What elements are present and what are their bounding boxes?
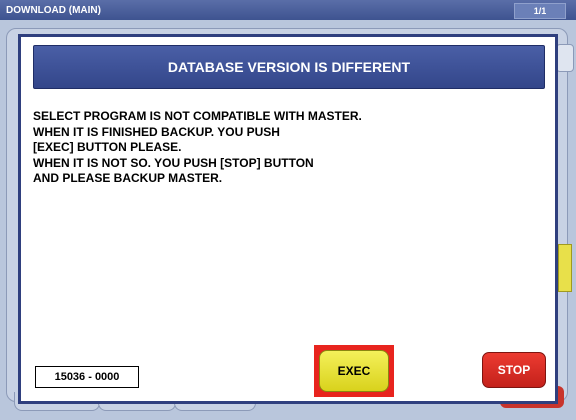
message-line: WHEN IT IS NOT SO. YOU PUSH [STOP] BUTTO… [33,155,314,170]
title-bar: DOWNLOAD (MAIN) 1/1 [0,0,576,20]
message-line: [EXEC] BUTTON PLEASE. [33,140,182,154]
window-title: DOWNLOAD (MAIN) [6,5,101,16]
dialog-title: DATABASE VERSION IS DIFFERENT [33,45,545,89]
page-indicator: 1/1 [514,3,566,19]
exec-button[interactable]: EXEC [319,350,389,392]
error-code: 15036 - 0000 [35,366,139,388]
stop-button[interactable]: STOP [482,352,546,388]
background-side-button [556,44,574,72]
message-line: AND PLEASE BACKUP MASTER. [33,171,223,185]
background-yellow-button [558,244,572,292]
dialog-message: SELECT PROGRAM IS NOT COMPATIBLE WITH MA… [33,109,543,187]
message-line: WHEN IT IS FINISHED BACKUP. YOU PUSH [33,124,280,139]
exec-highlight: EXEC [314,345,394,397]
error-dialog: DATABASE VERSION IS DIFFERENT SELECT PRO… [18,34,558,404]
message-line: SELECT PROGRAM IS NOT COMPATIBLE WITH MA… [33,109,362,123]
